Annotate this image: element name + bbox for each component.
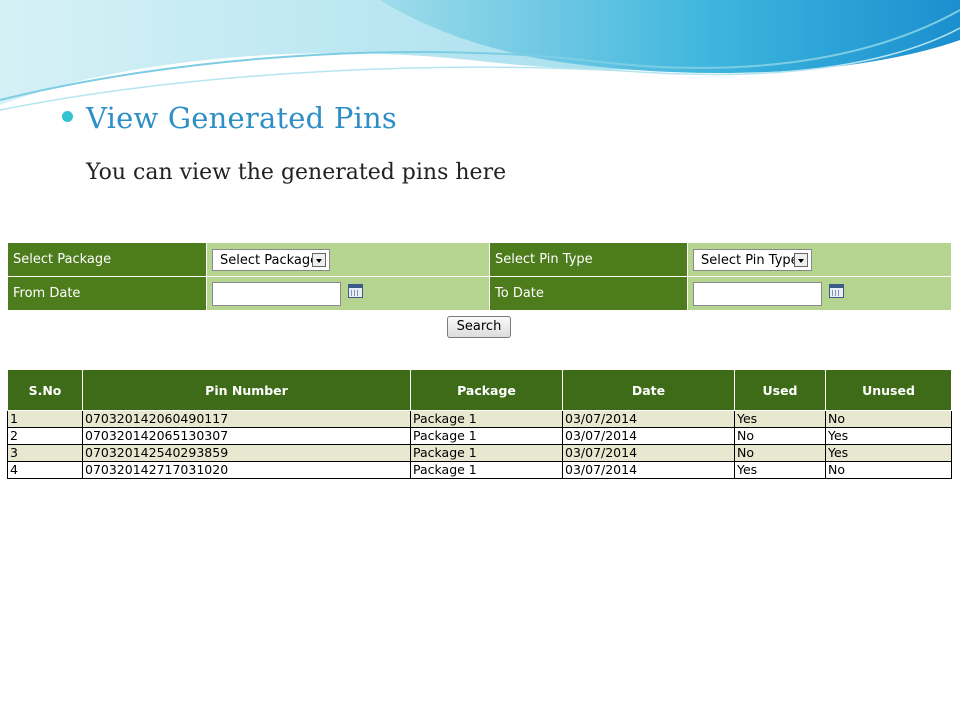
table-row: 1 070320142060490117 Package 1 03/07/201… — [7, 410, 952, 428]
table-row: 2 070320142065130307 Package 1 03/07/201… — [7, 427, 952, 445]
package-select-value: Select Package — [220, 253, 319, 268]
pin-type-field-cell: Select Pin Type — [687, 242, 952, 277]
cell-date: 03/07/2014 — [562, 461, 735, 479]
to-date-input[interactable] — [693, 282, 822, 306]
cell-unused: Yes — [825, 444, 952, 462]
cell-date: 03/07/2014 — [562, 410, 735, 428]
to-date-field-cell — [687, 276, 952, 311]
cell-sno: 4 — [7, 461, 83, 479]
cell-package: Package 1 — [410, 427, 563, 445]
from-date-label: From Date — [7, 276, 207, 311]
page-heading: View Generated Pins — [86, 101, 397, 135]
cell-used: No — [734, 427, 826, 445]
table-header-row: S.No Pin Number Package Date Used Unused — [7, 369, 952, 411]
column-header-pin-number: Pin Number — [82, 369, 411, 411]
cell-used: No — [734, 444, 826, 462]
package-select[interactable]: Select Package — [212, 249, 330, 271]
bullet-icon — [62, 111, 73, 122]
column-header-date: Date — [562, 369, 735, 411]
cell-pin-number: 070320142060490117 — [82, 410, 411, 428]
column-header-package: Package — [410, 369, 563, 411]
cell-unused: No — [825, 461, 952, 479]
package-label: Select Package — [7, 242, 207, 277]
chevron-down-icon[interactable] — [312, 253, 326, 267]
cell-sno: 3 — [7, 444, 83, 462]
column-header-used: Used — [734, 369, 826, 411]
from-date-input[interactable] — [212, 282, 341, 306]
cell-unused: No — [825, 410, 952, 428]
to-date-label: To Date — [489, 276, 688, 311]
calendar-icon[interactable] — [829, 284, 844, 298]
cell-unused: Yes — [825, 427, 952, 445]
search-button[interactable]: Search — [447, 316, 511, 338]
cell-pin-number: 070320142065130307 — [82, 427, 411, 445]
cell-used: Yes — [734, 461, 826, 479]
column-header-sno: S.No — [7, 369, 83, 411]
pins-table: S.No Pin Number Package Date Used Unused… — [7, 369, 952, 479]
table-row: 4 070320142717031020 Package 1 03/07/201… — [7, 461, 952, 479]
table-row: 3 070320142540293859 Package 1 03/07/201… — [7, 444, 952, 462]
cell-used: Yes — [734, 410, 826, 428]
column-header-unused: Unused — [825, 369, 952, 411]
decorative-wave-banner — [0, 0, 960, 111]
from-date-field-cell — [206, 276, 490, 311]
cell-sno: 1 — [7, 410, 83, 428]
cell-pin-number: 070320142540293859 — [82, 444, 411, 462]
page-subtitle: You can view the generated pins here — [86, 160, 507, 185]
chevron-down-icon[interactable] — [794, 253, 808, 267]
pin-type-select-value: Select Pin Type — [701, 253, 799, 268]
cell-date: 03/07/2014 — [562, 444, 735, 462]
package-field-cell: Select Package — [206, 242, 490, 277]
pin-type-select[interactable]: Select Pin Type — [693, 249, 812, 271]
cell-package: Package 1 — [410, 410, 563, 428]
calendar-icon[interactable] — [348, 284, 363, 298]
cell-pin-number: 070320142717031020 — [82, 461, 411, 479]
search-form: Select Package Select Package Select Pin… — [7, 242, 952, 311]
cell-package: Package 1 — [410, 461, 563, 479]
pin-type-label: Select Pin Type — [489, 242, 688, 277]
cell-sno: 2 — [7, 427, 83, 445]
cell-date: 03/07/2014 — [562, 427, 735, 445]
cell-package: Package 1 — [410, 444, 563, 462]
